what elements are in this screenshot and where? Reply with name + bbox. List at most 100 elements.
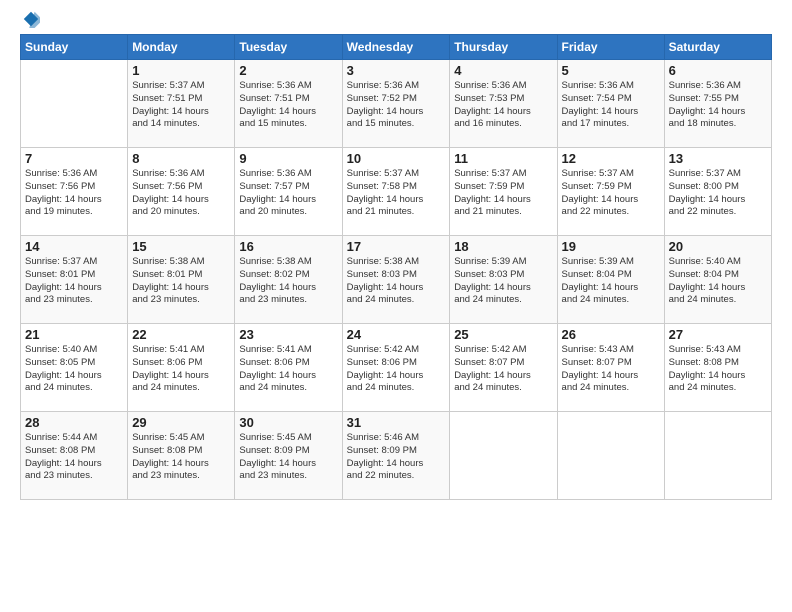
day-info: Sunrise: 5:36 AM Sunset: 7:55 PM Dayligh… xyxy=(669,80,767,131)
day-info: Sunrise: 5:44 AM Sunset: 8:08 PM Dayligh… xyxy=(25,432,123,483)
day-number: 4 xyxy=(454,63,552,78)
day-info: Sunrise: 5:42 AM Sunset: 8:06 PM Dayligh… xyxy=(347,344,446,395)
calendar: SundayMondayTuesdayWednesdayThursdayFrid… xyxy=(20,34,772,500)
calendar-cell: 10 Sunrise: 5:37 AM Sunset: 7:58 PM Dayli… xyxy=(342,148,450,236)
day-number: 22 xyxy=(132,327,230,342)
day-number: 28 xyxy=(25,415,123,430)
day-number: 11 xyxy=(454,151,552,166)
day-info: Sunrise: 5:38 AM Sunset: 8:02 PM Dayligh… xyxy=(239,256,337,307)
day-info: Sunrise: 5:38 AM Sunset: 8:01 PM Dayligh… xyxy=(132,256,230,307)
weekday-header-thursday: Thursday xyxy=(450,35,557,60)
calendar-cell xyxy=(21,60,128,148)
day-info: Sunrise: 5:36 AM Sunset: 7:53 PM Dayligh… xyxy=(454,80,552,131)
calendar-cell: 16Sunrise: 5:38 AM Sunset: 8:02 PM Dayli… xyxy=(235,236,342,324)
day-number: 15 xyxy=(132,239,230,254)
day-info: Sunrise: 5:37 AM Sunset: 7:51 PM Dayligh… xyxy=(132,80,230,131)
day-info: Sunrise: 5:36 AM Sunset: 7:51 PM Dayligh… xyxy=(239,80,337,131)
calendar-cell: 5 Sunrise: 5:36 AM Sunset: 7:54 PM Daylig… xyxy=(557,60,664,148)
calendar-cell: 1 Sunrise: 5:37 AM Sunset: 7:51 PM Daylig… xyxy=(128,60,235,148)
page: SundayMondayTuesdayWednesdayThursdayFrid… xyxy=(0,0,792,612)
day-info: Sunrise: 5:41 AM Sunset: 8:06 PM Dayligh… xyxy=(239,344,337,395)
day-info: Sunrise: 5:41 AM Sunset: 8:06 PM Dayligh… xyxy=(132,344,230,395)
day-number: 10 xyxy=(347,151,446,166)
calendar-cell: 11 Sunrise: 5:37 AM Sunset: 7:59 PM Dayli… xyxy=(450,148,557,236)
calendar-cell: 20 Sunrise: 5:40 AM Sunset: 8:04 PM Dayli… xyxy=(664,236,771,324)
day-number: 26 xyxy=(562,327,660,342)
day-number: 20 xyxy=(669,239,767,254)
calendar-cell: 31 Sunrise: 5:46 AM Sunset: 8:09 PM Dayli… xyxy=(342,412,450,500)
weekday-header-sunday: Sunday xyxy=(21,35,128,60)
calendar-cell: 27 Sunrise: 5:43 AM Sunset: 8:08 PM Dayli… xyxy=(664,324,771,412)
calendar-cell: 2Sunrise: 5:36 AM Sunset: 7:51 PM Daylig… xyxy=(235,60,342,148)
day-info: Sunrise: 5:36 AM Sunset: 7:56 PM Dayligh… xyxy=(132,168,230,219)
day-number: 19 xyxy=(562,239,660,254)
header xyxy=(20,10,772,28)
day-info: Sunrise: 5:39 AM Sunset: 8:03 PM Dayligh… xyxy=(454,256,552,307)
calendar-cell: 13 Sunrise: 5:37 AM Sunset: 8:00 PM Dayli… xyxy=(664,148,771,236)
day-number: 30 xyxy=(239,415,337,430)
day-number: 7 xyxy=(25,151,123,166)
day-info: Sunrise: 5:40 AM Sunset: 8:04 PM Dayligh… xyxy=(669,256,767,307)
day-number: 14 xyxy=(25,239,123,254)
weekday-header-wednesday: Wednesday xyxy=(342,35,450,60)
day-number: 3 xyxy=(347,63,446,78)
calendar-cell: 24 Sunrise: 5:42 AM Sunset: 8:06 PM Dayli… xyxy=(342,324,450,412)
day-number: 9 xyxy=(239,151,337,166)
day-info: Sunrise: 5:38 AM Sunset: 8:03 PM Dayligh… xyxy=(347,256,446,307)
calendar-cell xyxy=(557,412,664,500)
day-number: 27 xyxy=(669,327,767,342)
day-number: 18 xyxy=(454,239,552,254)
day-info: Sunrise: 5:37 AM Sunset: 7:59 PM Dayligh… xyxy=(562,168,660,219)
calendar-cell: 29 Sunrise: 5:45 AM Sunset: 8:08 PM Dayli… xyxy=(128,412,235,500)
day-info: Sunrise: 5:37 AM Sunset: 7:59 PM Dayligh… xyxy=(454,168,552,219)
calendar-cell: 22 Sunrise: 5:41 AM Sunset: 8:06 PM Dayli… xyxy=(128,324,235,412)
day-info: Sunrise: 5:43 AM Sunset: 8:08 PM Dayligh… xyxy=(669,344,767,395)
day-info: Sunrise: 5:39 AM Sunset: 8:04 PM Dayligh… xyxy=(562,256,660,307)
calendar-cell: 14Sunrise: 5:37 AM Sunset: 8:01 PM Dayli… xyxy=(21,236,128,324)
day-info: Sunrise: 5:45 AM Sunset: 8:09 PM Dayligh… xyxy=(239,432,337,483)
day-info: Sunrise: 5:36 AM Sunset: 7:52 PM Dayligh… xyxy=(347,80,446,131)
day-info: Sunrise: 5:36 AM Sunset: 7:56 PM Dayligh… xyxy=(25,168,123,219)
week-row-1: 7 Sunrise: 5:36 AM Sunset: 7:56 PM Daylig… xyxy=(21,148,772,236)
day-number: 6 xyxy=(669,63,767,78)
day-number: 23 xyxy=(239,327,337,342)
calendar-cell: 28 Sunrise: 5:44 AM Sunset: 8:08 PM Dayli… xyxy=(21,412,128,500)
logo-icon xyxy=(22,10,40,28)
day-number: 29 xyxy=(132,415,230,430)
calendar-cell: 19 Sunrise: 5:39 AM Sunset: 8:04 PM Dayli… xyxy=(557,236,664,324)
day-number: 5 xyxy=(562,63,660,78)
calendar-cell: 3 Sunrise: 5:36 AM Sunset: 7:52 PM Daylig… xyxy=(342,60,450,148)
day-number: 21 xyxy=(25,327,123,342)
day-number: 12 xyxy=(562,151,660,166)
day-number: 13 xyxy=(669,151,767,166)
calendar-cell: 15 Sunrise: 5:38 AM Sunset: 8:01 PM Dayli… xyxy=(128,236,235,324)
calendar-cell: 21 Sunrise: 5:40 AM Sunset: 8:05 PM Dayli… xyxy=(21,324,128,412)
day-info: Sunrise: 5:37 AM Sunset: 7:58 PM Dayligh… xyxy=(347,168,446,219)
day-info: Sunrise: 5:42 AM Sunset: 8:07 PM Dayligh… xyxy=(454,344,552,395)
day-info: Sunrise: 5:40 AM Sunset: 8:05 PM Dayligh… xyxy=(25,344,123,395)
day-number: 31 xyxy=(347,415,446,430)
weekday-header-monday: Monday xyxy=(128,35,235,60)
calendar-cell: 23 Sunrise: 5:41 AM Sunset: 8:06 PM Dayli… xyxy=(235,324,342,412)
day-info: Sunrise: 5:46 AM Sunset: 8:09 PM Dayligh… xyxy=(347,432,446,483)
day-number: 8 xyxy=(132,151,230,166)
calendar-cell: 26 Sunrise: 5:43 AM Sunset: 8:07 PM Dayli… xyxy=(557,324,664,412)
calendar-cell: 6 Sunrise: 5:36 AM Sunset: 7:55 PM Daylig… xyxy=(664,60,771,148)
calendar-cell xyxy=(664,412,771,500)
calendar-cell: 7 Sunrise: 5:36 AM Sunset: 7:56 PM Daylig… xyxy=(21,148,128,236)
calendar-cell xyxy=(450,412,557,500)
day-info: Sunrise: 5:45 AM Sunset: 8:08 PM Dayligh… xyxy=(132,432,230,483)
day-info: Sunrise: 5:37 AM Sunset: 8:00 PM Dayligh… xyxy=(669,168,767,219)
day-number: 24 xyxy=(347,327,446,342)
calendar-cell: 4 Sunrise: 5:36 AM Sunset: 7:53 PM Daylig… xyxy=(450,60,557,148)
logo xyxy=(20,10,40,28)
day-number: 1 xyxy=(132,63,230,78)
day-info: Sunrise: 5:36 AM Sunset: 7:54 PM Dayligh… xyxy=(562,80,660,131)
calendar-cell: 18 Sunrise: 5:39 AM Sunset: 8:03 PM Dayli… xyxy=(450,236,557,324)
weekday-header-friday: Friday xyxy=(557,35,664,60)
calendar-cell: 9Sunrise: 5:36 AM Sunset: 7:57 PM Daylig… xyxy=(235,148,342,236)
weekday-header-tuesday: Tuesday xyxy=(235,35,342,60)
day-number: 17 xyxy=(347,239,446,254)
weekday-header-row: SundayMondayTuesdayWednesdayThursdayFrid… xyxy=(21,35,772,60)
day-info: Sunrise: 5:43 AM Sunset: 8:07 PM Dayligh… xyxy=(562,344,660,395)
